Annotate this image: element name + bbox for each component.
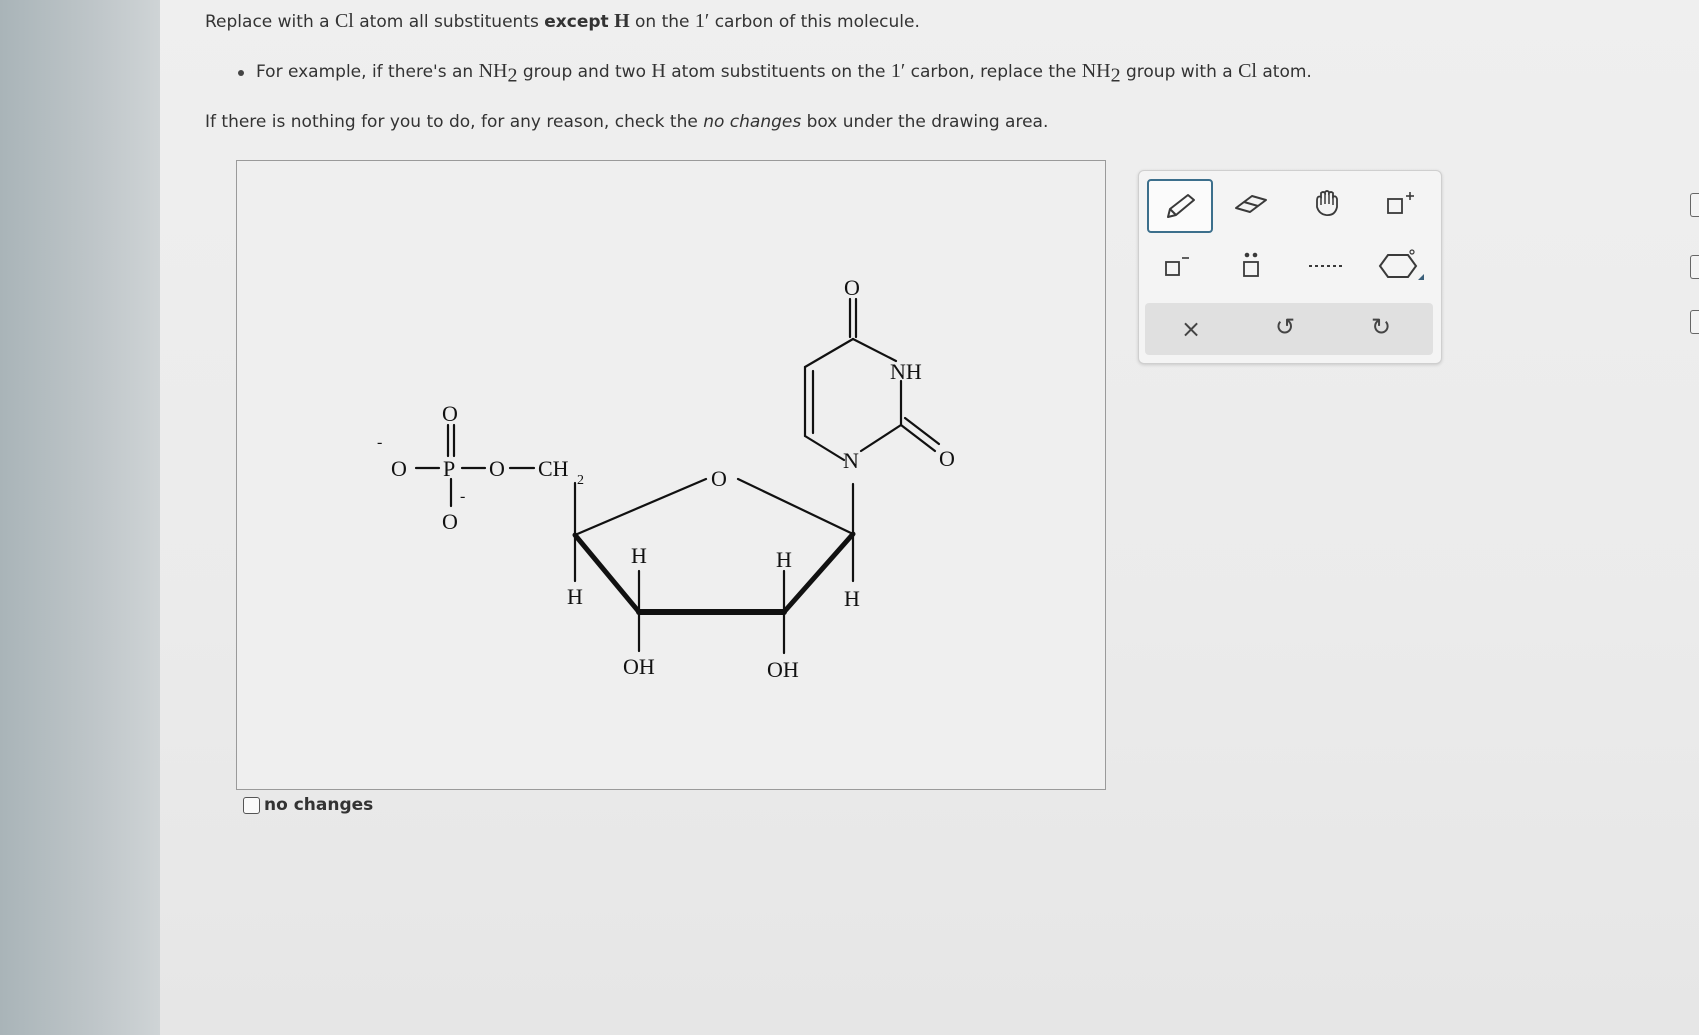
side-tab-calculator[interactable] <box>1690 193 1699 217</box>
nh-symbol: NH <box>1081 60 1111 82</box>
hand-tool-button[interactable] <box>1299 179 1355 229</box>
bond <box>573 477 708 537</box>
pencil-icon <box>1167 194 1195 218</box>
bond <box>572 532 642 615</box>
atom-label: O <box>844 275 860 300</box>
atom-label: - <box>377 434 382 451</box>
bond <box>803 434 846 462</box>
no-changes-label: no changes <box>264 795 374 815</box>
drawing-toolbar: × ↺ ↻ <box>1138 170 1442 364</box>
text: For example, if there's an <box>256 62 479 82</box>
text: atom all substituents <box>353 12 545 32</box>
hydrogen-symbol: H <box>614 10 630 32</box>
side-tab-data[interactable] <box>1690 255 1699 279</box>
atom-label: N <box>843 448 859 473</box>
lone-pair-button[interactable] <box>1223 241 1279 291</box>
no-changes-option[interactable]: no changes <box>243 795 373 815</box>
bond <box>803 337 855 369</box>
lone-pair-icon <box>1243 252 1259 277</box>
chlorine-symbol: Cl <box>334 10 354 32</box>
no-changes-checkbox[interactable] <box>243 796 260 814</box>
bond <box>736 477 855 536</box>
toolbar-actions-row: × ↺ ↻ <box>1145 303 1433 355</box>
atom-label: H <box>631 543 647 568</box>
text: Replace with a <box>205 12 335 32</box>
redo-button[interactable]: ↻ <box>1371 313 1391 341</box>
instruction-line-3: If there is nothing for you to do, for a… <box>205 112 1048 132</box>
text: box under the drawing area. <box>801 112 1049 132</box>
no-changes-italic: no changes <box>703 112 802 132</box>
atom-label: 2 <box>577 473 584 488</box>
bond <box>851 337 898 363</box>
text: carbon of this molecule. <box>709 12 920 32</box>
drawing-area[interactable]: - O P O O - O CH 2 O H H OH H OH H N NH … <box>236 160 1106 790</box>
atom-label: O <box>442 401 458 426</box>
atom-label: O <box>939 446 955 471</box>
text: atom. <box>1256 62 1312 82</box>
eraser-icon <box>1235 195 1267 213</box>
atom-label: H <box>567 584 583 609</box>
ring-template-button[interactable] <box>1371 241 1427 291</box>
instruction-line-1: Replace with a Cl atom all substituents … <box>205 10 920 33</box>
atom-label: OH <box>623 654 655 679</box>
text: group and two <box>517 62 652 82</box>
atom-label: O <box>391 456 407 481</box>
atom-label: P <box>443 456 455 481</box>
atom-label: - <box>460 488 465 505</box>
atom-label: O <box>442 509 458 534</box>
text: If there is nothing for you to do, for a… <box>205 112 704 132</box>
text: carbon, replace the <box>905 62 1082 82</box>
carbon-number: 1 <box>694 10 705 32</box>
eraser-tool-button[interactable] <box>1223 179 1279 229</box>
text: group with a <box>1120 62 1239 82</box>
charge-plus-icon <box>1387 192 1414 214</box>
atom-label: CH <box>538 456 569 481</box>
side-tab-periodic[interactable] <box>1690 310 1699 334</box>
pencil-tool-button[interactable] <box>1147 179 1213 233</box>
hydrogen-symbol: H <box>651 60 666 82</box>
atom-label: O <box>711 466 727 491</box>
atom-label: H <box>776 547 792 572</box>
bullet-dot <box>238 70 244 76</box>
charge-minus-icon <box>1165 257 1189 276</box>
chlorine-symbol: Cl <box>1238 60 1257 82</box>
except-bold: except <box>544 12 609 32</box>
hand-icon <box>1316 190 1338 216</box>
nh-symbol: NH <box>478 60 508 82</box>
atom-label: O <box>489 456 505 481</box>
molecule-drawing: - O P O O - O CH 2 O H H OH H OH H N NH … <box>377 275 955 682</box>
text: atom substituents on the <box>665 62 891 82</box>
subscript: 2 <box>507 64 518 87</box>
clear-button[interactable]: × <box>1181 315 1201 343</box>
instruction-line-2: For example, if there's an NH2 group and… <box>256 60 1312 87</box>
positive-charge-button[interactable] <box>1371 179 1427 229</box>
atom-label: NH <box>890 359 922 384</box>
negative-charge-button[interactable] <box>1147 241 1203 291</box>
atom-label: H <box>844 586 860 611</box>
dotted-bond-icon <box>1309 265 1345 267</box>
bond <box>859 423 903 453</box>
atom-label: OH <box>767 657 799 682</box>
bond <box>781 531 856 615</box>
subscript: 2 <box>1110 64 1121 87</box>
left-margin-strip <box>0 0 160 1035</box>
ring-icon <box>1378 249 1424 280</box>
carbon-number: 1 <box>890 60 901 82</box>
dotted-bond-button[interactable] <box>1299 241 1355 291</box>
text: on the <box>629 12 695 32</box>
undo-button[interactable]: ↺ <box>1275 313 1295 341</box>
